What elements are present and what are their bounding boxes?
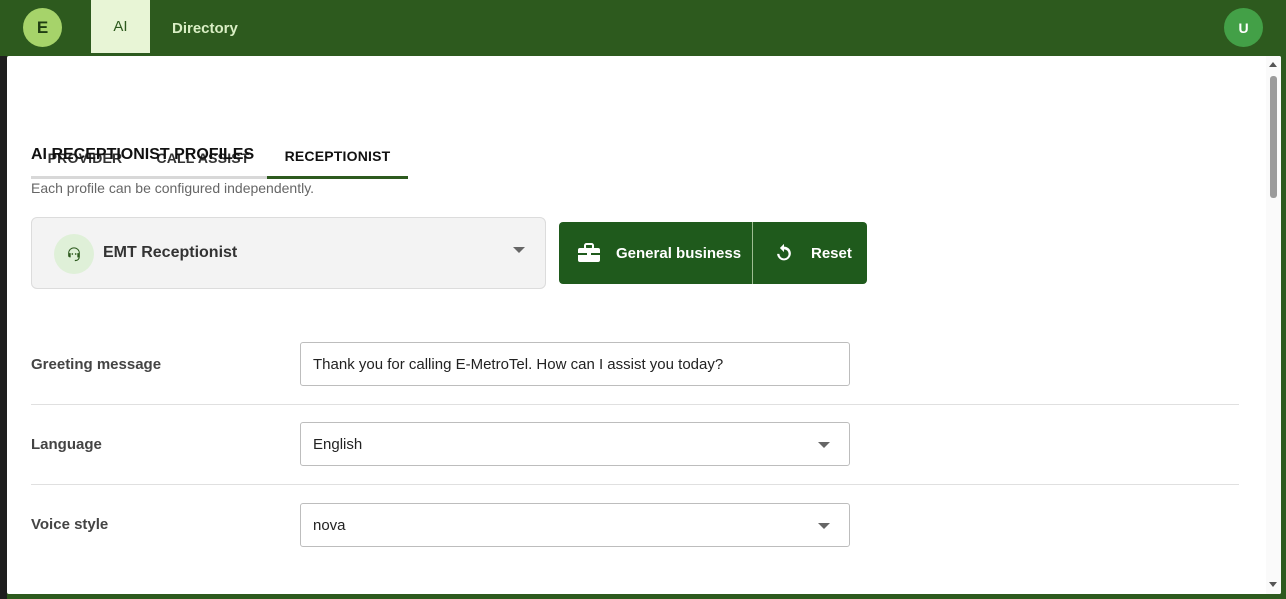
section-title: AI RECEPTIONIST PROFILES [31, 146, 255, 163]
section-subtitle: Each profile can be configured independe… [31, 180, 315, 196]
top-app-bar: E AI Directory U [0, 0, 1286, 56]
scroll-up-arrow-icon[interactable] [1269, 62, 1277, 67]
reset-button[interactable]: Reset [753, 222, 867, 284]
row-divider [31, 484, 1239, 485]
main-panel: PROVIDER CALL ASSIST RECEPTIONIST AI REC… [7, 56, 1281, 594]
scroll-thumb[interactable] [1270, 76, 1277, 198]
chevron-down-icon [818, 442, 830, 448]
chevron-down-icon [818, 523, 830, 529]
voice-style-value: nova [313, 516, 346, 534]
greeting-field[interactable] [300, 342, 850, 386]
vertical-scrollbar[interactable] [1266, 56, 1281, 594]
support-agent-icon [54, 234, 94, 274]
language-label: Language [31, 436, 102, 453]
general-business-label: General business [616, 244, 742, 262]
user-avatar[interactable]: U [1224, 8, 1263, 47]
greeting-input[interactable] [313, 355, 849, 373]
tab-receptionist[interactable]: RECEPTIONIST [267, 136, 408, 179]
profile-action-group: General business Reset [559, 222, 867, 284]
profile-select[interactable]: EMT Receptionist [31, 217, 546, 289]
nav-item-directory[interactable]: Directory [172, 0, 238, 56]
greeting-label: Greeting message [31, 356, 162, 373]
refresh-icon [773, 242, 795, 268]
language-select[interactable]: English [300, 422, 850, 466]
row-divider [31, 404, 1239, 405]
window-edge [0, 56, 7, 599]
nav-item-ai[interactable]: AI [91, 0, 150, 53]
scroll-down-arrow-icon[interactable] [1269, 582, 1277, 587]
reset-label: Reset [811, 244, 852, 262]
voice-style-label: Voice style [31, 516, 109, 533]
general-business-button[interactable]: General business [559, 222, 752, 284]
chevron-down-icon [513, 247, 525, 253]
voice-style-select[interactable]: nova [300, 503, 850, 547]
profile-name: EMT Receptionist [103, 244, 238, 261]
language-value: English [313, 435, 363, 453]
briefcase-icon [578, 243, 600, 267]
app-logo[interactable]: E [23, 8, 62, 47]
